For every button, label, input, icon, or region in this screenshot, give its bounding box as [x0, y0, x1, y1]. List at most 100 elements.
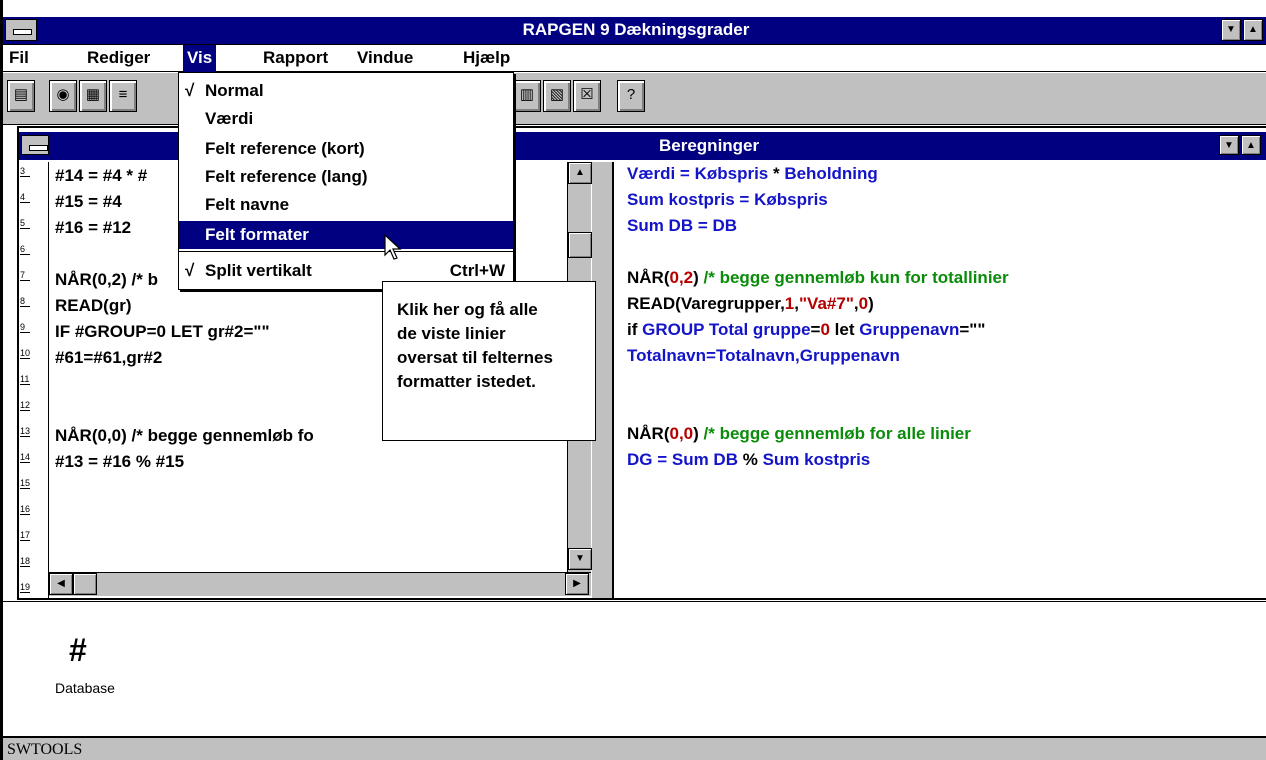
child-minimize-icon[interactable]: ▼: [1219, 135, 1239, 155]
menu-bar: Fil Rediger Vis Rapport Vindue Hjælp: [3, 45, 1266, 72]
code-line: #15 = #4: [55, 192, 122, 211]
line-number: 14: [20, 452, 31, 463]
code-token: =: [734, 190, 755, 209]
mouse-cursor-icon: [384, 234, 402, 260]
menu-vindue[interactable]: Vindue: [353, 48, 417, 68]
code-token: Værdi: [627, 164, 676, 183]
line-number: 17: [20, 530, 31, 541]
hash-icon[interactable]: #: [69, 632, 87, 669]
scroll-right-icon[interactable]: ▶: [565, 573, 589, 595]
code-token: =: [675, 164, 695, 183]
code-line: NÅR(0,2) /* b: [55, 270, 158, 289]
title-bar: RAPGEN 9 Dækningsgrader ▼ ▲: [3, 17, 1266, 45]
menu-rediger[interactable]: Rediger: [83, 48, 154, 68]
dropdown-item-label: Felt formater: [205, 225, 309, 244]
line-number: 13: [20, 426, 31, 437]
scroll-left-icon[interactable]: ◀: [49, 573, 73, 595]
code-token: Varegrupper: [680, 294, 781, 313]
menu-fil[interactable]: Fil: [5, 48, 33, 68]
dropdown-item[interactable]: Felt formater: [179, 221, 513, 249]
chart-icon[interactable]: ▥: [513, 80, 541, 112]
tooltip-line: Klik her og få alle: [397, 300, 538, 319]
menu-hjaelp[interactable]: Hjælp: [459, 48, 514, 68]
help-icon[interactable]: ?: [617, 80, 645, 112]
dropdown-item-label: Felt navne: [205, 195, 290, 214]
child-maximize-icon[interactable]: ▲: [1241, 135, 1261, 155]
delete-chart-icon[interactable]: ▧: [543, 80, 571, 112]
child-system-menu-icon[interactable]: [21, 135, 49, 155]
tooltip: Klik her og få alle de viste linier over…: [382, 281, 596, 441]
code-token: Gruppenavn: [859, 320, 960, 339]
dropdown-item[interactable]: √ Normal: [179, 77, 513, 105]
abc-icon[interactable]: ▦: [79, 80, 107, 112]
dropdown-item[interactable]: Værdi: [179, 105, 513, 133]
dropdown-item[interactable]: Felt reference (lang): [179, 163, 513, 191]
print-icon[interactable]: ▤: [7, 80, 35, 112]
menu-vis[interactable]: Vis: [183, 45, 217, 72]
code-line: Totalnavn=Totalnavn,Gruppenavn: [627, 346, 900, 366]
code-token: =: [810, 320, 821, 339]
code-token: *: [768, 164, 785, 183]
vis-dropdown-menu: √ Normal Værdi Felt reference (kort) Felt re…: [178, 72, 514, 290]
code-token: 1: [784, 294, 795, 313]
code-token: Beholdning: [784, 164, 878, 183]
code-token: let: [829, 320, 860, 339]
tooltip-line: formatter istedet.: [397, 372, 536, 391]
code-token: GROUP Total gruppe: [642, 320, 811, 339]
minimize-icon[interactable]: ▼: [1221, 19, 1241, 41]
code-token: Sum DB: [627, 216, 694, 235]
code-token: ): [868, 294, 874, 313]
code-token: 0: [858, 294, 869, 313]
code-token: Købspris: [754, 190, 828, 209]
close-x-icon[interactable]: ☒: [573, 80, 601, 112]
code-line: NÅR(0,0) /* begge gennemløb fo: [55, 426, 314, 445]
code-token: Sum kostpris: [762, 450, 871, 469]
dropdown-item[interactable]: Felt reference (kort): [179, 135, 513, 163]
code-line: NÅR(0,2) /* begge gennemløb kun for tota…: [627, 268, 1009, 288]
code-token: =: [693, 216, 713, 235]
maximize-icon[interactable]: ▲: [1243, 19, 1263, 41]
line-number: 4: [20, 192, 30, 203]
list-icon[interactable]: ≡: [109, 80, 137, 112]
line-number: 7: [20, 270, 30, 281]
window-title: RAPGEN 9 Dækningsgrader: [522, 20, 750, 39]
code-line: READ(Varegrupper,1,"Va#7",0): [627, 294, 874, 314]
code-token: /* begge gennemløb for alle linier: [703, 424, 971, 443]
line-number: 3: [20, 166, 30, 177]
menu-rapport[interactable]: Rapport: [259, 48, 332, 68]
dropdown-item[interactable]: Felt navne: [179, 191, 513, 219]
dropdown-item-label: Felt reference (kort): [205, 139, 365, 158]
code-token: 0: [820, 320, 830, 339]
code-token: Totalnavn: [715, 346, 795, 365]
code-token: DG: [627, 450, 653, 469]
code-token: ): [693, 268, 704, 287]
record-icon[interactable]: ◉: [49, 80, 77, 112]
code-line: Sum DB = DB: [627, 216, 737, 236]
scroll-thumb[interactable]: [568, 232, 592, 258]
line-number: 16: [20, 504, 31, 515]
code-token: %: [738, 450, 763, 469]
code-token: ): [693, 424, 704, 443]
code-token: Sum kostpris: [627, 190, 735, 209]
database-icon-label[interactable]: Database: [55, 680, 115, 696]
right-editor-pane[interactable]: Værdi = Købspris * Beholdning Sum kostpri…: [615, 162, 1266, 598]
hscroll-thumb[interactable]: [73, 573, 97, 595]
tooltip-line: oversat til felternes: [397, 348, 553, 367]
scroll-down-icon[interactable]: ▼: [568, 548, 592, 570]
code-line: NÅR(0,0) /* begge gennemløb for alle lin…: [627, 424, 971, 444]
code-line: if GROUP Total gruppe=0 let Gruppenavn="…: [627, 320, 985, 340]
horizontal-scrollbar[interactable]: ◀ ▶: [49, 572, 591, 596]
code-token: NÅR(: [627, 424, 670, 443]
code-token: if: [627, 320, 643, 339]
line-number: 6: [20, 244, 30, 255]
code-line: READ(gr): [55, 296, 132, 315]
child-window-title: Beregninger: [659, 136, 760, 155]
code-token: 0,0: [669, 424, 694, 443]
line-number: 9: [20, 322, 30, 333]
checkmark-icon: √: [185, 261, 195, 280]
code-line: IF #GROUP=0 LET gr#2="": [55, 322, 270, 341]
code-token: /* begge gennemløb kun for totallinier: [703, 268, 1009, 287]
line-number: 11: [20, 374, 30, 385]
code-line: DG = Sum DB % Sum kostpris: [627, 450, 870, 470]
scroll-up-icon[interactable]: ▲: [568, 162, 592, 184]
